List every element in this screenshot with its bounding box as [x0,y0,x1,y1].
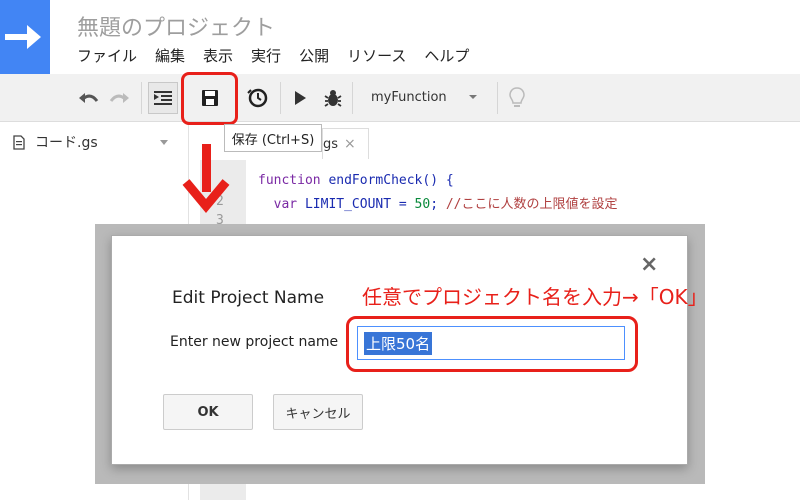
file-icon [13,134,25,150]
code-text: ; [430,197,446,212]
instruction-annotation: 任意でプロジェクト名を入力→「OK」 [362,285,708,309]
lightbulb-icon [509,86,525,107]
code-text: endFormCheck() { [320,173,454,188]
execution-hints-button[interactable] [504,74,530,121]
code-comment: //ここに人数の上限値を設定 [445,197,618,212]
cancel-button[interactable]: キャンセル [273,394,363,430]
function-select[interactable]: myFunction [357,80,489,114]
file-list-item[interactable]: コード.gs [13,132,98,152]
down-arrow-icon [182,144,230,214]
menu-file[interactable]: ファイル [77,45,137,66]
redo-button[interactable] [106,74,134,121]
code-line[interactable]: var LIMIT_COUNT = 50; //ここに人数の上限値を設定 [258,193,618,212]
dialog-title: Edit Project Name [172,288,325,308]
code-number: 50 [414,197,431,212]
code-keyword: function [258,173,321,188]
undo-button[interactable] [74,74,102,121]
close-icon[interactable]: × [640,252,658,277]
menu-view[interactable]: 表示 [203,45,233,66]
menu-run[interactable]: 実行 [251,45,281,66]
menu-bar: ファイル 編集 表示 実行 公開 リソース ヘルプ [77,45,487,66]
file-menu-chevron-icon[interactable] [160,140,168,145]
input-highlight-box [346,316,638,372]
tab-close-icon[interactable]: × [344,136,356,152]
function-select-value: myFunction [371,89,447,105]
code-text: LIMIT_COUNT = [297,197,415,212]
save-highlight-box [181,72,238,125]
arrow-right-icon [5,25,41,49]
file-name: コード.gs [35,135,98,151]
clock-icon [247,88,268,107]
redo-icon [109,92,129,103]
project-title[interactable]: 無題のプロジェクト [77,10,275,42]
indent-icon [154,90,172,105]
toolbar-divider [141,82,142,114]
triggers-button[interactable] [243,74,271,121]
code-keyword: var [273,197,298,212]
bug-icon [324,89,342,107]
menu-resources[interactable]: リソース [347,45,406,66]
menu-help[interactable]: ヘルプ [424,45,469,66]
debug-button[interactable] [319,74,347,121]
indent-button-icon-wrap [150,74,176,121]
chevron-down-icon [469,95,477,99]
save-tooltip: 保存 (Ctrl+S) [224,124,322,152]
toolbar-divider [352,82,353,114]
project-name-label: Enter new project name [170,334,339,350]
undo-icon [79,92,99,103]
run-button[interactable] [288,74,312,121]
menu-publish[interactable]: 公開 [299,45,329,66]
tab-label: gs [323,136,339,152]
apps-script-logo[interactable] [0,0,50,74]
play-icon [295,90,306,105]
toolbar-divider [280,82,281,114]
code-line[interactable]: function endFormCheck() { [258,173,454,188]
menu-edit[interactable]: 編集 [155,45,185,66]
tab-code-gs[interactable]: gs × [322,128,369,159]
ok-button[interactable]: OK [163,394,253,430]
toolbar-divider [497,82,498,114]
toolbar: myFunction [0,74,800,122]
